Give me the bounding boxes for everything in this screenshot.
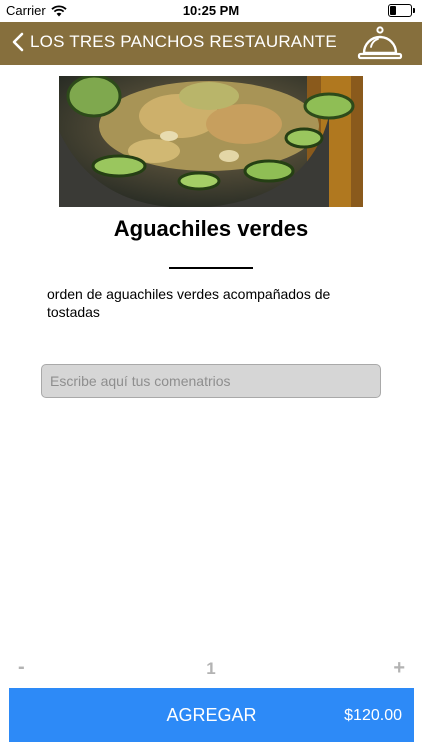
quantity-value: 1 bbox=[206, 659, 216, 678]
navigation-bar: LOS TRES PANCHOS RESTAURANTE bbox=[0, 22, 422, 65]
battery-icon bbox=[388, 4, 415, 17]
service-bell-icon bbox=[357, 26, 403, 60]
dish-photo-illustration bbox=[59, 76, 363, 207]
item-price: $120.00 bbox=[344, 707, 402, 724]
chevron-left-icon bbox=[12, 32, 24, 52]
dish-photo bbox=[59, 76, 363, 207]
add-to-order-button[interactable]: AGREGAR $120.00 bbox=[9, 688, 414, 742]
dish-description: orden de aguachiles verdes acompañados d… bbox=[47, 286, 331, 320]
cart-button[interactable] bbox=[356, 25, 404, 68]
dish-name: Aguachiles verdes bbox=[113, 216, 309, 241]
comments-input[interactable] bbox=[41, 364, 381, 398]
back-button[interactable]: LOS TRES PANCHOS RESTAURANTE bbox=[12, 32, 337, 52]
title-divider bbox=[169, 267, 253, 269]
nav-title: LOS TRES PANCHOS RESTAURANTE bbox=[30, 32, 337, 51]
status-bar: Carrier 10:25 PM bbox=[0, 0, 422, 22]
clock: 10:25 PM bbox=[182, 3, 240, 18]
increase-quantity-button[interactable]: + bbox=[393, 657, 405, 680]
